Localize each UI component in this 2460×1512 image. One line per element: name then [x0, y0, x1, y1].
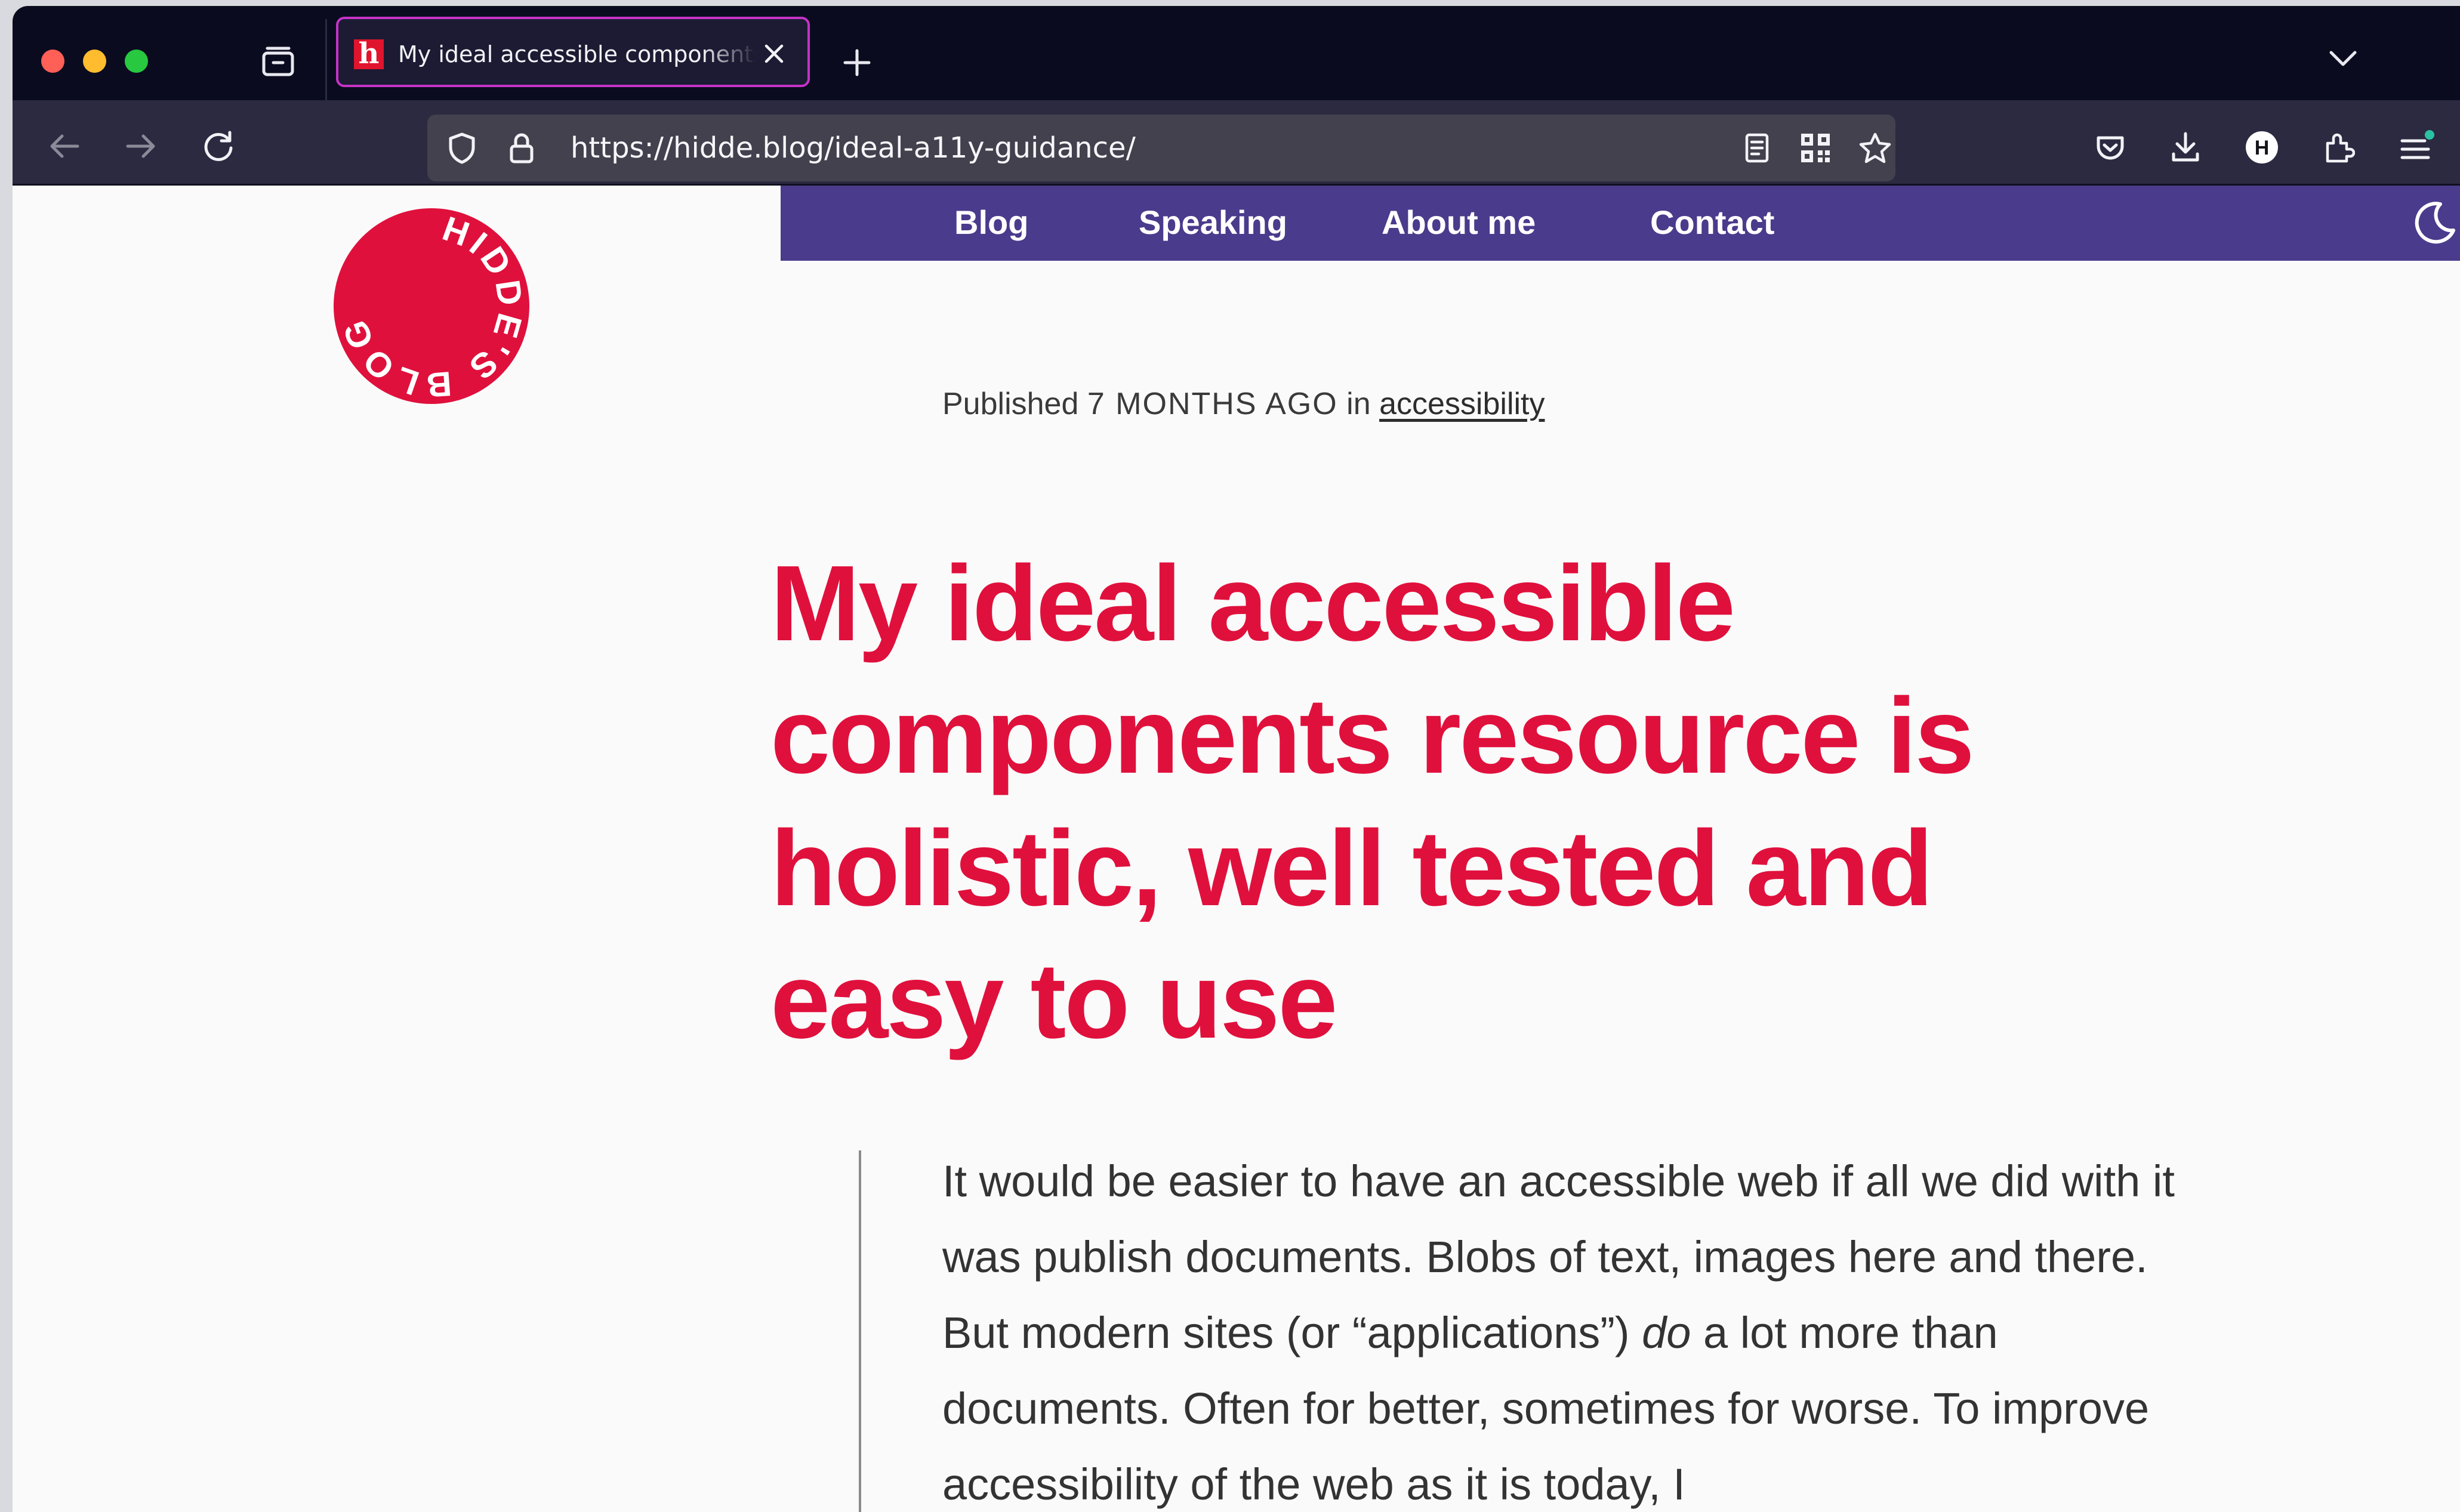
- meta-joiner: in: [1346, 387, 1371, 421]
- lock-icon[interactable]: [505, 130, 538, 166]
- tab-active[interactable]: h My ideal accessible components resourc…: [336, 17, 810, 87]
- site-logo[interactable]: HIDDE'S BLOG: [332, 207, 531, 405]
- dark-mode-moon-icon[interactable]: [2410, 199, 2459, 248]
- page-content: Blog Speaking About me Contact HIDDE'S B…: [13, 186, 2460, 1512]
- nav-link-speaking[interactable]: Speaking: [1139, 200, 1287, 245]
- forward-icon[interactable]: [120, 125, 162, 167]
- pocket-icon[interactable]: [2089, 128, 2131, 169]
- close-window-button[interactable]: [41, 50, 64, 73]
- app-menu-icon[interactable]: [2394, 124, 2439, 169]
- qr-code-icon[interactable]: [1799, 131, 1832, 165]
- meta-prefix: Published: [942, 387, 1079, 421]
- intro-left-border: [859, 1150, 861, 1512]
- address-bar[interactable]: https://hidde.blog/ideal-a11y-guidance/: [427, 115, 1895, 181]
- article-title: My ideal accessible components resource …: [770, 544, 1975, 1061]
- browser-window: h My ideal accessible components resourc…: [13, 6, 2460, 1512]
- url-text[interactable]: https://hidde.blog/ideal-a11y-guidance/: [571, 131, 1136, 165]
- tracking-protection-shield-icon[interactable]: [445, 131, 479, 165]
- publish-meta: Published 7 MONTHS AGO in accessibility: [942, 382, 1545, 425]
- reload-icon[interactable]: [198, 125, 239, 167]
- extensions-icon[interactable]: [2319, 126, 2360, 168]
- close-tab-icon[interactable]: [756, 36, 792, 72]
- tab-title: My ideal accessible components resource …: [398, 41, 756, 67]
- firefox-view-icon[interactable]: [257, 41, 299, 82]
- account-avatar-icon[interactable]: H: [2241, 126, 2283, 168]
- minimize-window-button[interactable]: [83, 50, 106, 73]
- profile-initial: H: [2255, 137, 2270, 159]
- nav-link-contact[interactable]: Contact: [1650, 200, 1774, 245]
- meta-published-time: 7 MONTHS AGO: [1087, 387, 1338, 421]
- category-link[interactable]: accessibility: [1379, 387, 1545, 421]
- back-icon[interactable]: [44, 125, 85, 167]
- list-all-tabs-icon[interactable]: [2322, 41, 2364, 76]
- bookmark-star-icon[interactable]: [1857, 130, 1893, 166]
- reader-view-icon[interactable]: [1740, 131, 1774, 165]
- nav-link-blog[interactable]: Blog: [954, 200, 1028, 245]
- new-tab-icon[interactable]: [836, 42, 878, 84]
- tab-divider: [325, 19, 327, 100]
- nav-link-about-me[interactable]: About me: [1382, 200, 1536, 245]
- tab-strip: h My ideal accessible components resourc…: [13, 6, 2460, 100]
- navigation-toolbar: https://hidde.blog/ideal-a11y-guidance/: [13, 100, 2460, 186]
- site-navigation: Blog Speaking About me Contact: [781, 186, 2460, 261]
- logo-center: [390, 264, 473, 348]
- article-intro: It would be easier to have an accessible…: [942, 1143, 2225, 1512]
- site-favicon-icon: h: [354, 39, 384, 69]
- zoom-window-button[interactable]: [125, 50, 148, 73]
- intro-emphasis: do: [1642, 1308, 1691, 1357]
- downloads-icon[interactable]: [2165, 126, 2206, 168]
